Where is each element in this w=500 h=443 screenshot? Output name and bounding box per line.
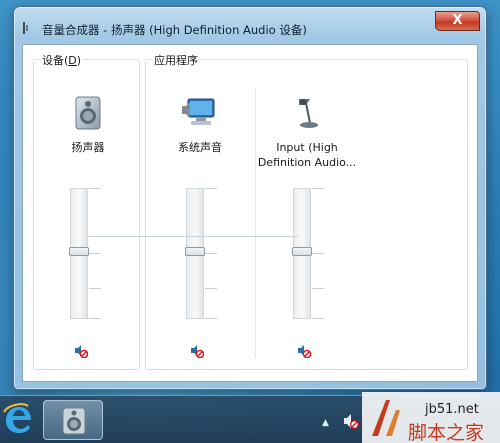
mixer-client-area: 设备(D) 扬声器 应用程序 系统声音 Input (High Definiti… [22,44,478,382]
speaker-title-icon [23,22,28,34]
channel-speakers: 扬声器 [34,60,142,370]
slider-ticks [205,188,219,319]
slider-ticks [312,188,326,319]
volume-muted-icon[interactable] [343,413,359,429]
muted-speaker-icon[interactable] [74,344,88,358]
window-title: 音量合成器 - 扬声器 (High Definition Audio 设备) [42,23,307,37]
applications-group: 应用程序 系统声音 Input (High Definition Audio..… [145,52,468,370]
volume-mixer-app-icon [62,407,86,435]
channel-label-system-sounds: 系统声音 [178,141,222,154]
channel-system-sounds: 系统声音 [146,60,254,370]
peak-meter-line [87,236,298,237]
microphone-icon[interactable] [253,96,361,132]
volume-slider-thumb[interactable] [292,247,312,256]
muted-speaker-icon[interactable] [190,344,204,358]
watermark-logo-icon [372,400,400,436]
volume-mixer-window: 音量合成器 - 扬声器 (High Definition Audio 设备) X… [13,6,487,390]
watermark-url: jb51.net [425,402,479,417]
channel-label-speakers: 扬声器 [71,141,105,154]
internet-explorer-icon[interactable] [2,402,34,436]
channel-input: Input (High Definition Audio... [253,60,361,370]
title-bar[interactable]: 音量合成器 - 扬声器 (High Definition Audio 设备) X [14,7,486,43]
volume-mixer-taskbar-button[interactable] [43,400,103,440]
speaker-icon[interactable] [34,96,142,132]
slider-ticks [89,188,103,319]
channel-label-input: Input (High Definition Audio... [257,141,357,169]
close-button[interactable]: X [435,11,480,31]
muted-speaker-icon[interactable] [297,344,311,358]
system-sounds-icon[interactable] [146,96,254,132]
volume-slider-thumb[interactable] [69,247,89,256]
watermark-text: 脚本之家 [408,422,485,443]
show-hidden-icons-arrow[interactable]: ▲ [322,418,329,428]
volume-slider-thumb[interactable] [185,247,205,256]
devices-group: 设备(D) 扬声器 [33,52,142,370]
